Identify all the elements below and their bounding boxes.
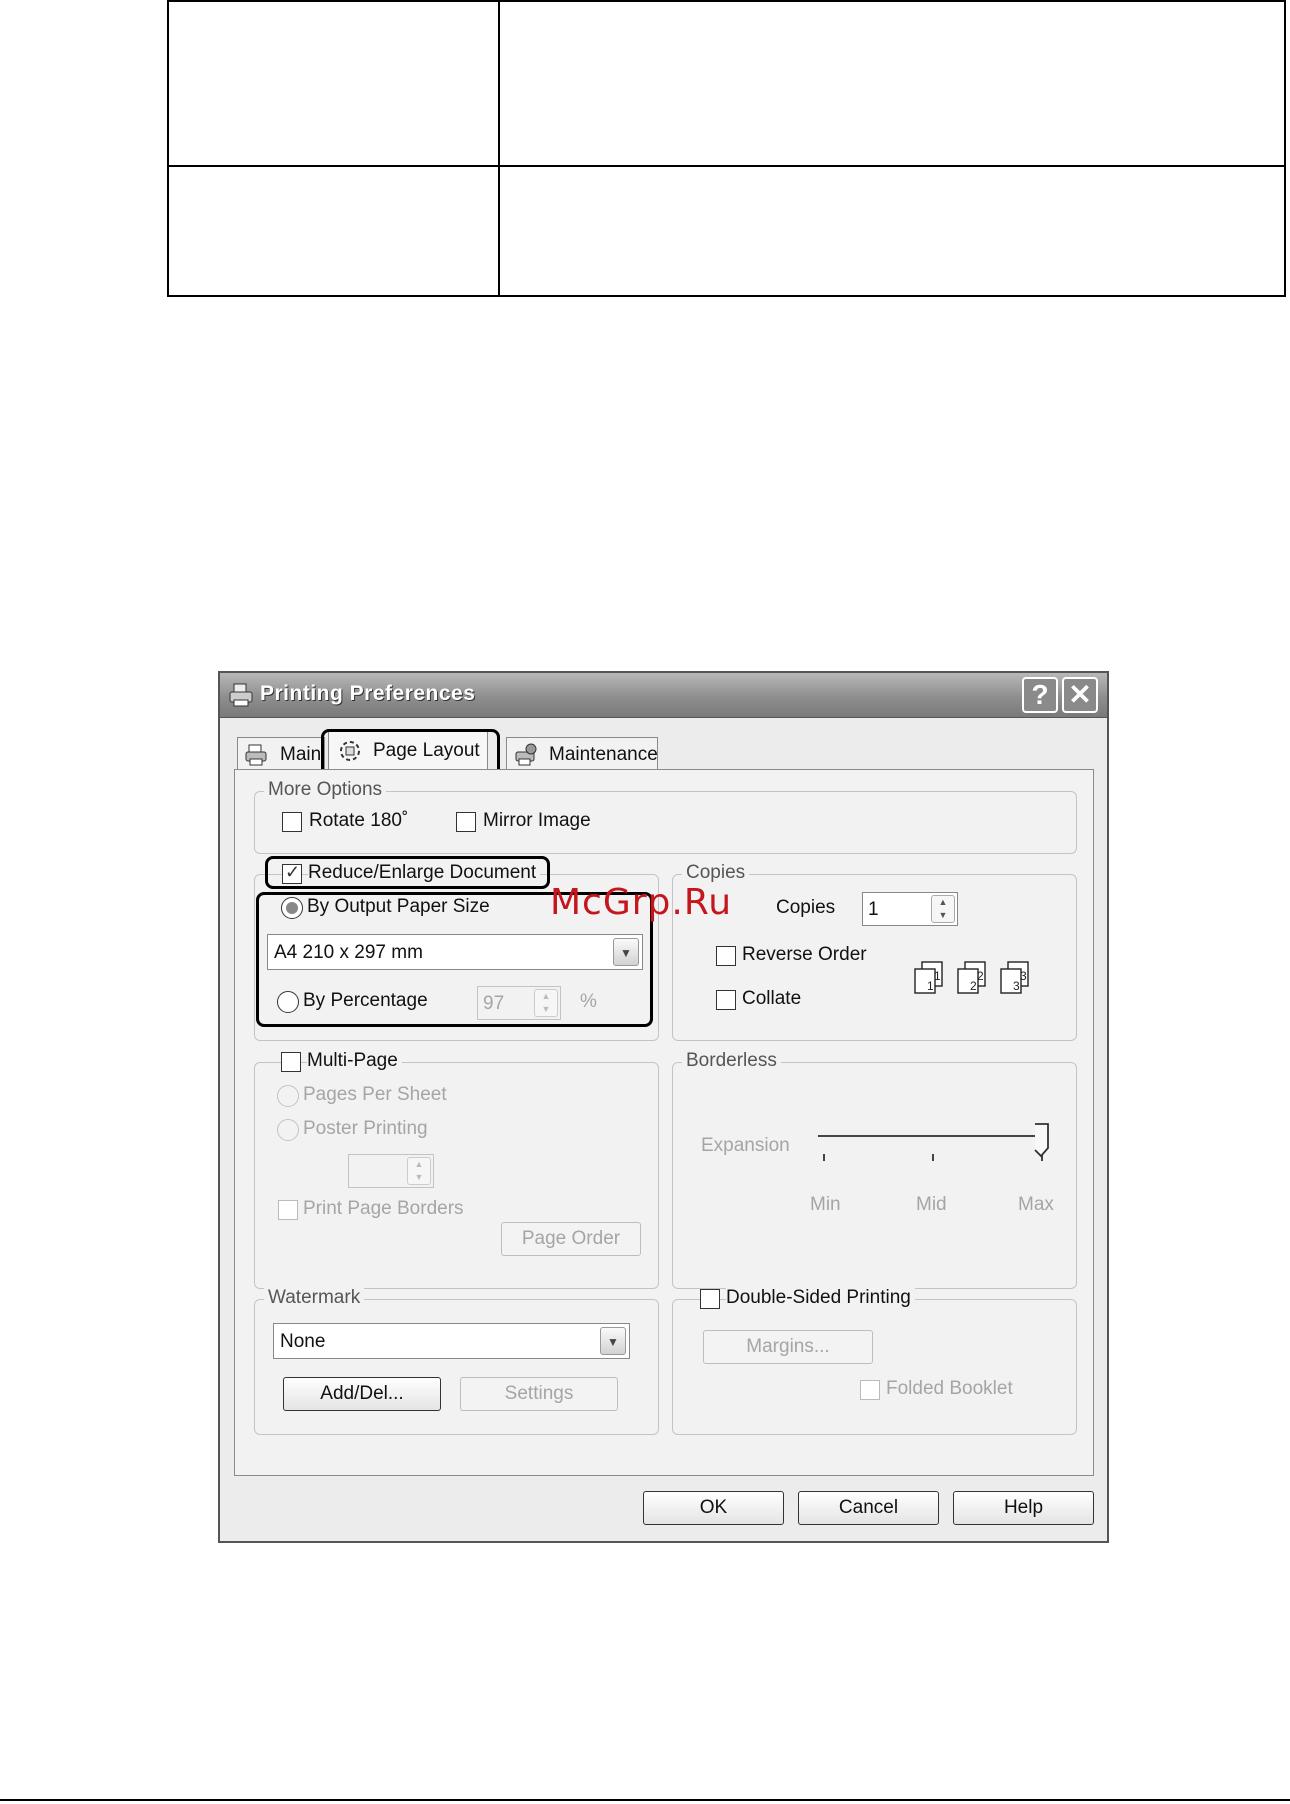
table-column-divider	[498, 2, 500, 295]
reverse-order-checkbox[interactable]	[716, 946, 736, 966]
expansion-slider-thumb[interactable]	[1032, 1122, 1052, 1158]
double-sided-label: Double-Sided Printing	[726, 1287, 915, 1309]
title-close-button[interactable]: ✕	[1062, 677, 1098, 713]
collate-number: 2	[977, 969, 984, 983]
title-bar[interactable]: Printing Preferences ? ✕	[220, 673, 1107, 718]
watermark-label: Watermark	[264, 1287, 365, 1309]
copies-group-label: Copies	[682, 862, 750, 884]
maintenance-icon	[515, 743, 537, 766]
print-page-borders-checkbox[interactable]	[278, 1200, 298, 1220]
tab-main-label: Main	[280, 744, 322, 765]
table-row-divider	[169, 165, 1284, 167]
mirror-image-checkbox[interactable]	[456, 812, 476, 832]
watermark-group: Watermark	[254, 1287, 659, 1435]
collate-number: 3	[1013, 979, 1020, 993]
document-table	[167, 0, 1286, 297]
double-sided-group	[672, 1299, 1077, 1435]
close-icon: ✕	[1068, 679, 1092, 710]
collate-checkbox[interactable]	[716, 990, 736, 1010]
collate-label: Collate	[742, 988, 802, 1009]
slider-tick	[932, 1154, 934, 1161]
title-help-button[interactable]: ?	[1022, 677, 1058, 713]
reduce-enlarge-highlight-callout	[265, 856, 550, 889]
watermark-value: None	[280, 1331, 326, 1352]
watermark-settings-button[interactable]: Settings	[460, 1377, 618, 1411]
mid-label: Mid	[916, 1194, 947, 1215]
folded-booklet-label: Folded Booklet	[886, 1378, 1013, 1399]
slider-tick	[823, 1154, 825, 1161]
watermark-select[interactable]: None ▼	[273, 1323, 630, 1359]
min-label: Min	[810, 1194, 841, 1215]
margins-button[interactable]: Margins...	[703, 1330, 873, 1364]
spin-arrows-icon[interactable]: ▲ ▼	[407, 1157, 431, 1185]
printer-icon	[229, 683, 253, 707]
collate-number: 2	[970, 979, 977, 993]
copies-value[interactable]: 1	[868, 899, 879, 921]
double-sided-checkbox[interactable]	[700, 1289, 720, 1309]
multi-page-label: Multi-Page	[307, 1050, 402, 1072]
collate-pages-icon: 1 1 2 2 3 3	[914, 961, 1029, 994]
rotate-180-label: Rotate 180˚	[309, 810, 409, 831]
page-bottom-rule	[0, 1799, 1290, 1801]
poster-printing-label: Poster Printing	[303, 1118, 428, 1139]
printing-preferences-dialog: Printing Preferences ? ✕ Main Page Layou…	[218, 671, 1109, 1543]
printer-icon	[245, 744, 267, 766]
multi-page-checkbox[interactable]	[281, 1052, 301, 1072]
pages-per-sheet-radio[interactable]	[277, 1085, 299, 1107]
more-options-label: More Options	[264, 779, 387, 801]
collate-number: 3	[1020, 969, 1027, 983]
max-label: Max	[1018, 1194, 1054, 1215]
rotate-180-checkbox[interactable]	[282, 812, 302, 832]
tab-maintenance-label: Maintenance	[549, 744, 658, 765]
dialog-title: Printing Preferences	[260, 682, 476, 705]
cancel-button[interactable]: Cancel	[798, 1491, 939, 1525]
page-order-button[interactable]: Page Order	[501, 1222, 641, 1256]
print-page-borders-label: Print Page Borders	[303, 1198, 464, 1219]
chevron-down-icon[interactable]: ▼	[600, 1327, 626, 1355]
expansion-label: Expansion	[701, 1135, 790, 1156]
poster-printing-radio[interactable]	[277, 1119, 299, 1141]
borderless-group: Borderless	[672, 1050, 1077, 1289]
ok-button[interactable]: OK	[643, 1491, 784, 1525]
folded-booklet-checkbox[interactable]	[860, 1380, 880, 1400]
help-icon: ?	[1031, 679, 1049, 710]
copies-label: Copies	[776, 897, 836, 918]
help-button[interactable]: Help	[953, 1491, 1094, 1525]
tab-maintenance[interactable]: Maintenance	[506, 737, 658, 771]
borderless-label: Borderless	[682, 1050, 781, 1072]
copies-stepper[interactable]: 1 ▲ ▼	[862, 892, 958, 926]
expansion-slider-track[interactable]	[818, 1135, 1038, 1137]
collate-number: 1	[934, 969, 941, 983]
mcgrp-watermark-text: McGrp.Ru	[550, 882, 733, 923]
pages-per-sheet-label: Pages Per Sheet	[303, 1084, 447, 1105]
spin-arrows-icon[interactable]: ▲ ▼	[931, 895, 955, 923]
collate-number: 1	[927, 979, 934, 993]
tab-main[interactable]: Main	[237, 737, 325, 771]
add-del-button[interactable]: Add/Del...	[283, 1377, 441, 1411]
reverse-order-label: Reverse Order	[742, 944, 867, 965]
mirror-image-label: Mirror Image	[483, 810, 591, 831]
multi-page-stepper[interactable]: ▲ ▼	[348, 1154, 434, 1188]
